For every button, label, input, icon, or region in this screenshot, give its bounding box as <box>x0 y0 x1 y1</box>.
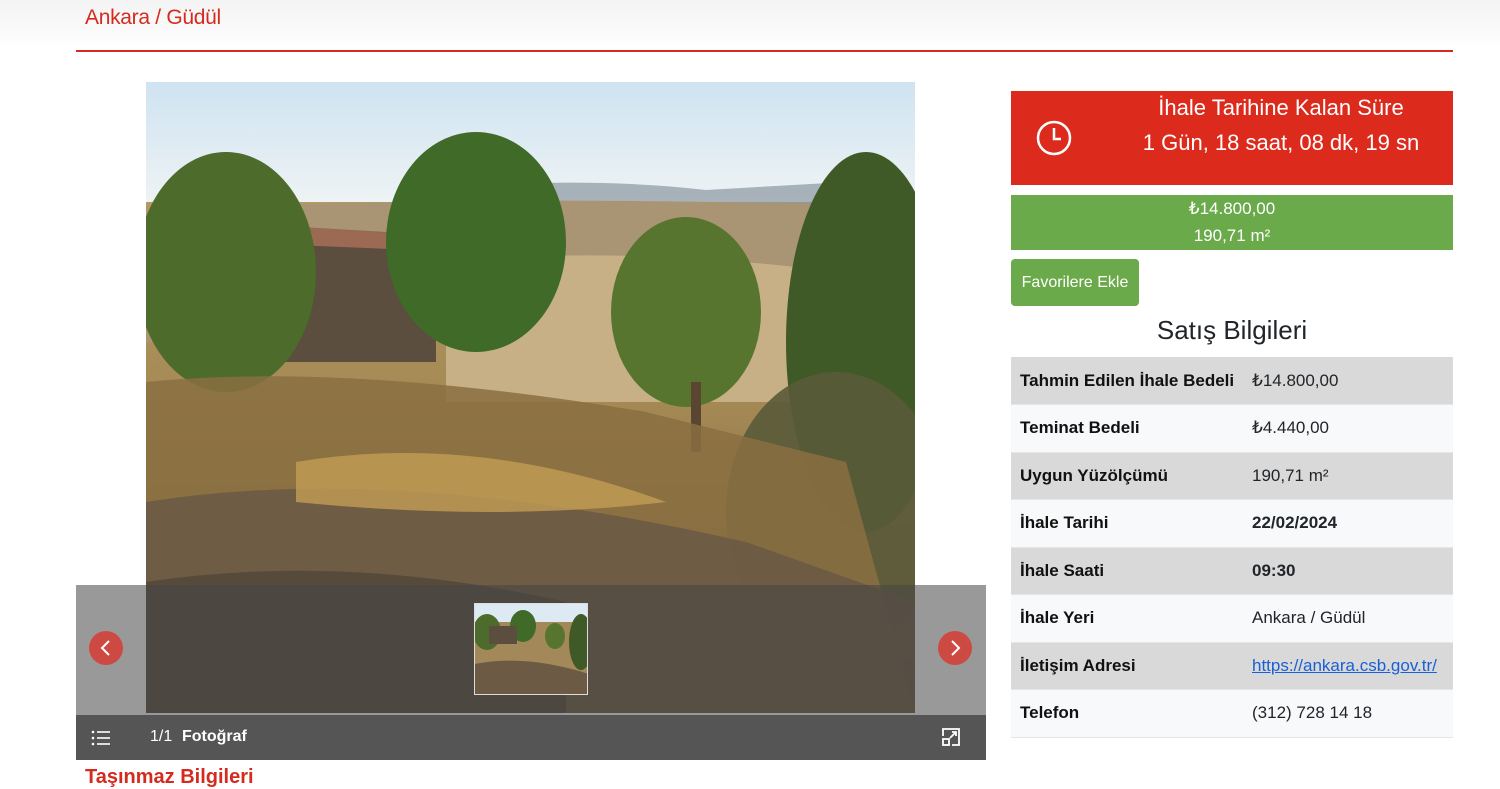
contact-address-link[interactable]: https://ankara.csb.gov.tr/ <box>1252 656 1437 675</box>
area-value: 190,71 m² <box>1193 226 1271 245</box>
table-row: Teminat Bedeli ₺4.440,00 <box>1011 404 1453 453</box>
table-row: İhale Saati 09:30 <box>1011 547 1453 595</box>
top-header-bar <box>0 0 1500 50</box>
table-row: Telefon (312) 728 14 18 <box>1011 689 1453 738</box>
table-row: İletişim Adresi https://ankara.csb.gov.t… <box>1011 642 1453 690</box>
countdown-box: İhale Tarihine Kalan Süre 1 Gün, 18 saat… <box>1011 91 1453 185</box>
previous-photo-button[interactable] <box>89 631 123 665</box>
row-value: https://ankara.csb.gov.tr/ <box>1243 642 1453 690</box>
row-label: İletişim Adresi <box>1011 642 1243 690</box>
thumbnail-image <box>475 604 587 694</box>
table-row: İhale Yeri Ankara / Güdül <box>1011 594 1453 643</box>
chevron-left-icon <box>100 640 110 656</box>
table-row: Uygun Yüzölçümü 190,71 m² <box>1011 452 1453 500</box>
row-label: İhale Saati <box>1011 547 1243 595</box>
row-label: Tahmin Edilen İhale Bedeli <box>1011 357 1243 405</box>
row-label: Teminat Bedeli <box>1011 404 1243 453</box>
price-value: ₺14.800,00 <box>1188 199 1276 218</box>
row-value: ₺14.800,00 <box>1243 357 1453 405</box>
countdown-value: 1 Gün, 18 saat, 08 dk, 19 sn <box>1142 130 1420 155</box>
gallery-toolbar: 1/1 Fotoğraf <box>76 715 986 760</box>
list-icon[interactable] <box>91 728 111 748</box>
row-value: 190,71 m² <box>1243 452 1453 500</box>
photo-counter: 1/1 <box>150 728 173 745</box>
row-value: Ankara / Güdül <box>1243 594 1453 643</box>
row-label: İhale Yeri <box>1011 594 1243 643</box>
price-summary-box: ₺14.800,00 190,71 m² <box>1011 195 1453 250</box>
photo-thumbnail[interactable] <box>474 603 588 695</box>
add-to-favorites-button[interactable]: Favorilere Ekle <box>1011 259 1139 306</box>
row-label: Telefon <box>1011 689 1243 738</box>
expand-icon[interactable] <box>940 726 962 748</box>
row-value: 09:30 <box>1243 547 1453 595</box>
table-row: Tahmin Edilen İhale Bedeli ₺14.800,00 <box>1011 357 1453 405</box>
title-divider <box>76 50 1453 52</box>
page-title: Ankara / Güdül <box>85 6 221 29</box>
next-photo-button[interactable] <box>938 631 972 665</box>
photo-gallery: 1/1 Fotoğraf <box>76 82 986 760</box>
row-label: Uygun Yüzölçümü <box>1011 452 1243 500</box>
sales-info-table: Tahmin Edilen İhale Bedeli ₺14.800,00 Te… <box>1011 357 1453 738</box>
clock-icon <box>1036 120 1072 156</box>
next-section-title: Taşınmaz Bilgileri <box>85 766 254 788</box>
countdown-title: İhale Tarihine Kalan Süre <box>1158 95 1404 120</box>
chevron-right-icon <box>951 640 961 656</box>
photo-label: Fotoğraf <box>182 728 247 745</box>
row-value: ₺4.440,00 <box>1243 404 1453 453</box>
row-value: 22/02/2024 <box>1243 499 1453 548</box>
row-label: İhale Tarihi <box>1011 499 1243 548</box>
row-value: (312) 728 14 18 <box>1243 689 1453 738</box>
sales-info-heading: Satış Bilgileri <box>1156 315 1308 345</box>
table-row: İhale Tarihi 22/02/2024 <box>1011 499 1453 548</box>
